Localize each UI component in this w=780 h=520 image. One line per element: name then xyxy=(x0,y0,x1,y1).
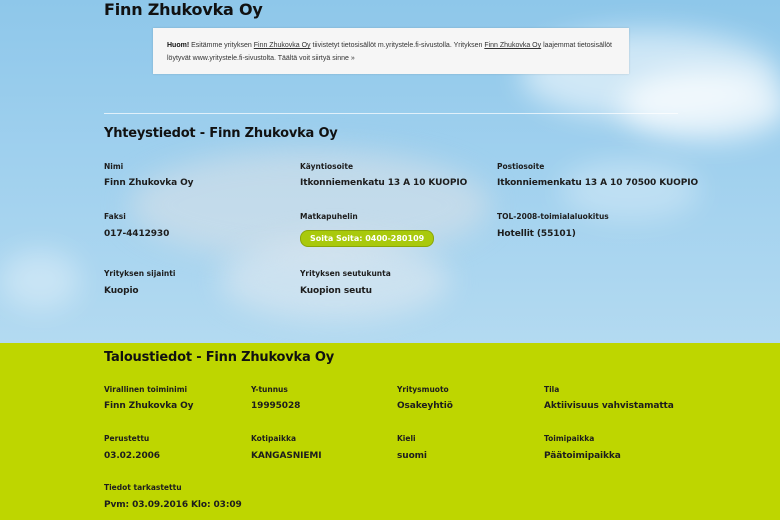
status-label: Tila xyxy=(544,385,560,394)
call-button[interactable]: Soita Soita: 0400-280109 xyxy=(300,230,435,247)
contact-heading: Yhteystiedot - Finn Zhukovka Oy xyxy=(104,126,338,141)
cloud xyxy=(560,160,700,220)
mobile-label: Matkapuhelin xyxy=(300,212,358,221)
business-id-label: Y-tunnus xyxy=(251,385,288,394)
official-name-value: Finn Zhukovka Oy xyxy=(104,401,194,411)
cloud xyxy=(0,250,80,310)
notice-strong: Huom! xyxy=(167,42,190,49)
notice-text: tiivistetyt tietosisällöt m.yritystele.f… xyxy=(310,42,485,49)
name-label: Nimi xyxy=(104,162,124,171)
domicile-label: Kotipaikka xyxy=(251,434,297,443)
finance-section-background xyxy=(0,343,780,520)
notice-go-link[interactable]: Täältä voit siirtyä sinne » xyxy=(278,55,355,62)
divider xyxy=(104,113,678,114)
visit-address-value: Itkonniemenkatu 13 A 10 KUOPIO xyxy=(300,178,468,188)
language-value: suomi xyxy=(397,451,427,461)
page-title: Finn Zhukovka Oy xyxy=(104,0,263,19)
region-value: Kuopion seutu xyxy=(300,286,372,296)
company-form-label: Yritysmuoto xyxy=(397,385,449,394)
region-label: Yrityksen seutukunta xyxy=(300,269,391,278)
cloud xyxy=(220,240,450,320)
location-value: Kuopio xyxy=(104,286,139,296)
notice-text: Esitämme yrityksen xyxy=(189,42,254,49)
language-label: Kieli xyxy=(397,434,416,443)
founded-label: Perustettu xyxy=(104,434,150,443)
cloud xyxy=(620,70,780,140)
name-value: Finn Zhukovka Oy xyxy=(104,178,194,188)
official-name-label: Virallinen toiminimi xyxy=(104,385,188,394)
notice-box: Huom! Esitämme yrityksen Finn Zhukovka O… xyxy=(153,28,629,74)
checked-value: Pvm: 03.09.2016 Klo: 03:09 xyxy=(104,500,242,510)
business-id-value: 19995028 xyxy=(251,401,301,411)
location-label: Yrityksen sijainti xyxy=(104,269,176,278)
postal-address-value: Itkonniemenkatu 13 A 10 70500 KUOPIO xyxy=(497,178,699,188)
founded-value: 03.02.2006 xyxy=(104,451,160,461)
office-value: Päätoimipaikka xyxy=(544,451,621,461)
checked-label: Tiedot tarkastettu xyxy=(104,483,182,492)
notice-company-link[interactable]: Finn Zhukovka Oy xyxy=(484,42,541,49)
industry-label: TOL-2008-toimialaluokitus xyxy=(497,212,609,221)
status-value: Aktiivisuus vahvistamatta xyxy=(544,401,674,411)
notice-company-link[interactable]: Finn Zhukovka Oy xyxy=(254,42,311,49)
industry-value: Hotellit (55101) xyxy=(497,229,576,239)
office-label: Toimipaikka xyxy=(544,434,595,443)
domicile-value: KANGASNIEMI xyxy=(251,451,322,461)
company-form-value: Osakeyhtiö xyxy=(397,401,453,411)
finance-heading: Taloustiedot - Finn Zhukovka Oy xyxy=(104,350,335,365)
fax-value: 017-4412930 xyxy=(104,229,170,239)
postal-address-label: Postiosoite xyxy=(497,162,545,171)
fax-label: Faksi xyxy=(104,212,126,221)
visit-address-label: Käyntiosoite xyxy=(300,162,354,171)
